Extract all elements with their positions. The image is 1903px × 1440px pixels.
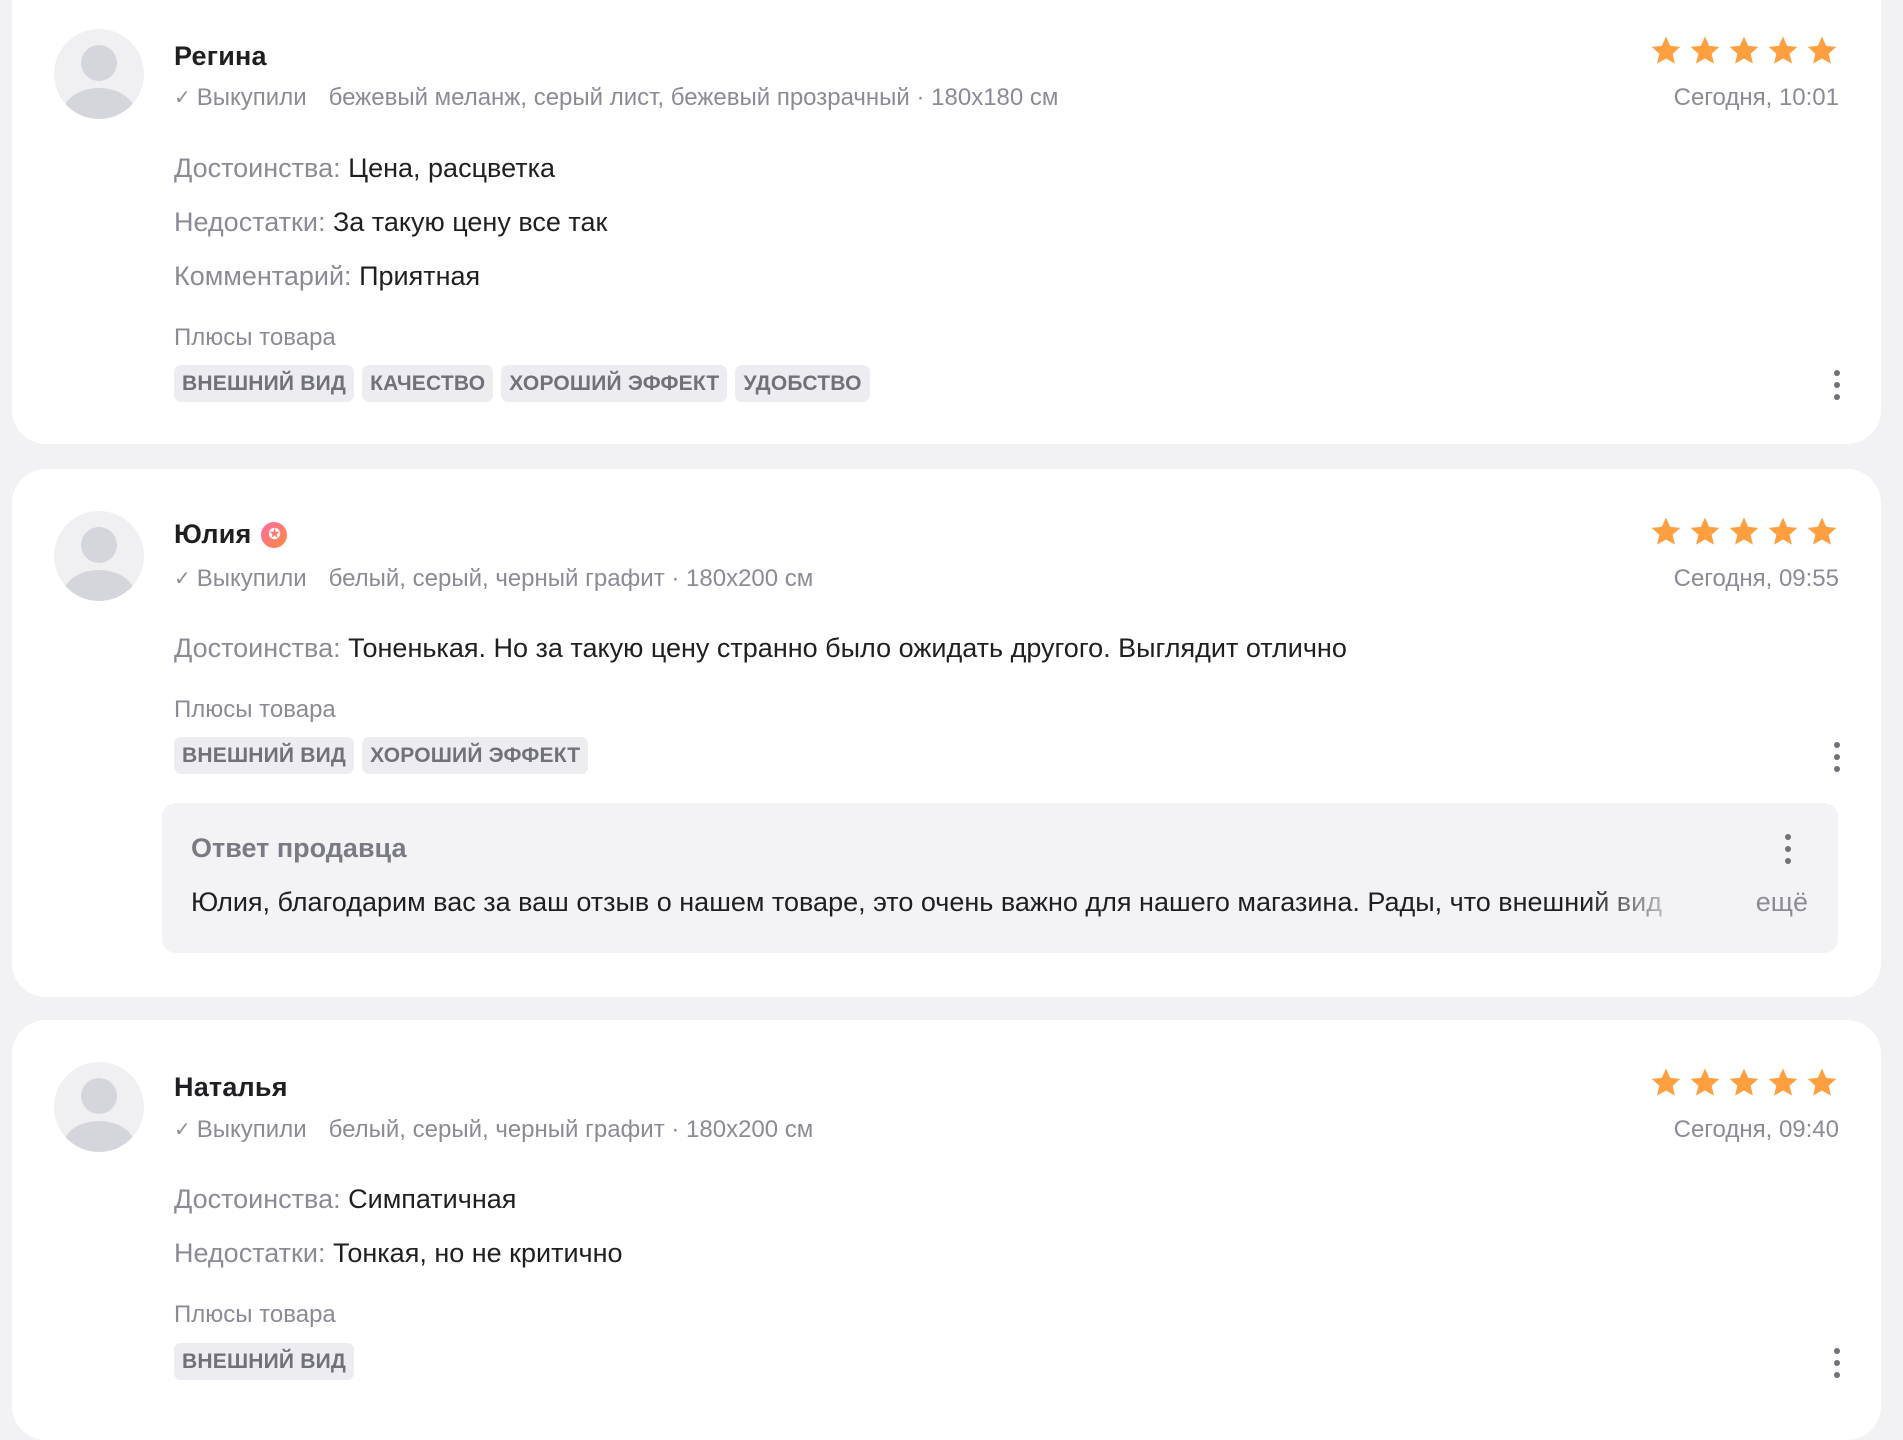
- review-date: Сегодня, 09:55: [1673, 565, 1839, 592]
- pluses-tags: ВНЕШНИЙ ВИД: [174, 1343, 355, 1380]
- star-icon: [1649, 1066, 1683, 1100]
- comment-field: Комментарий: Приятная: [174, 261, 480, 292]
- pluses-title: Плюсы товара: [174, 696, 336, 723]
- pros-field: Достоинства: Тоненькая. Но за такую цену…: [174, 633, 1347, 664]
- star-icon: [1766, 515, 1800, 549]
- bought-label: Выкупили: [196, 84, 307, 111]
- comment-value: Приятная: [359, 261, 481, 291]
- avatar-placeholder-icon: [54, 511, 144, 601]
- rating-stars: [1649, 34, 1839, 68]
- review-date: Сегодня, 09:40: [1673, 1116, 1839, 1143]
- seller-answer: Ответ продавца Юлия, благодарим вас за в…: [162, 803, 1838, 953]
- star-icon: [1688, 1066, 1722, 1100]
- star-icon: [1649, 515, 1683, 549]
- check-icon: ✓: [174, 86, 191, 109]
- show-more-link[interactable]: ещё: [1756, 887, 1808, 918]
- rating-stars: [1649, 515, 1839, 549]
- star-icon: [1766, 34, 1800, 68]
- purchase-meta: ✓ Выкупили бежевый меланж, серый лист, б…: [174, 84, 1058, 112]
- star-icon: [1727, 515, 1761, 549]
- more-vertical-icon[interactable]: [1827, 1343, 1847, 1383]
- avatar-placeholder-icon: [54, 1062, 144, 1152]
- pros-label: Достоинства:: [174, 153, 341, 183]
- cons-value: Тонкая, но не критично: [332, 1238, 623, 1268]
- review-card: Регина ✓ Выкупили бежевый меланж, серый …: [12, 0, 1881, 444]
- reviewer-name: Юлия: [174, 519, 252, 549]
- review-card: Юлия ✪ ✓ Выкупили белый, серый, черный г…: [12, 469, 1881, 997]
- comment-label: Комментарий:: [174, 261, 352, 291]
- star-icon: [1805, 1066, 1839, 1100]
- bought-label: Выкупили: [196, 1116, 307, 1143]
- star-icon: [1727, 1066, 1761, 1100]
- star-icon: [1688, 34, 1722, 68]
- tag: ХОРОШИЙ ЭФФЕКТ: [362, 737, 589, 774]
- pluses-tags: ВНЕШНИЙ ВИД ХОРОШИЙ ЭФФЕКТ: [174, 737, 589, 774]
- pros-field: Достоинства: Цена, расцветка: [174, 153, 555, 184]
- tag: ВНЕШНИЙ ВИД: [174, 1343, 355, 1380]
- more-vertical-icon[interactable]: [1778, 829, 1798, 869]
- purchase-meta: ✓ Выкупили белый, серый, черный графит ·…: [174, 1116, 813, 1144]
- seller-answer-title: Ответ продавца: [191, 833, 407, 863]
- pluses-title: Плюсы товара: [174, 324, 336, 351]
- pros-field: Достоинства: Симпатичная: [174, 1184, 516, 1215]
- tag: ВНЕШНИЙ ВИД: [174, 365, 355, 402]
- star-icon: [1766, 1066, 1800, 1100]
- pluses-title: Плюсы товара: [174, 1301, 336, 1328]
- check-icon: ✓: [174, 567, 191, 590]
- cons-label: Недостатки:: [174, 207, 326, 237]
- more-vertical-icon[interactable]: [1827, 737, 1847, 777]
- star-badge-icon: ✪: [261, 521, 288, 548]
- tag: ВНЕШНИЙ ВИД: [174, 737, 355, 774]
- cons-label: Недостатки:: [174, 1238, 326, 1268]
- tag: ХОРОШИЙ ЭФФЕКТ: [501, 365, 728, 402]
- purchase-meta: ✓ Выкупили белый, серый, черный графит ·…: [174, 565, 813, 593]
- review-date: Сегодня, 10:01: [1673, 84, 1839, 111]
- bought-label: Выкупили: [196, 565, 307, 592]
- star-icon: [1688, 515, 1722, 549]
- reviewer-name-row: Регина: [174, 41, 267, 72]
- pros-label: Достоинства:: [174, 633, 341, 663]
- cons-field: Недостатки: За такую цену все так: [174, 207, 607, 238]
- pros-value: Цена, расцветка: [348, 153, 555, 183]
- rating-stars: [1649, 1066, 1839, 1100]
- reviews-list: Регина ✓ Выкупили бежевый меланж, серый …: [0, 0, 1903, 1440]
- avatar-placeholder-icon: [54, 29, 144, 119]
- variant-text: бежевый меланж, серый лист, бежевый проз…: [328, 84, 1059, 111]
- review-card: Наталья ✓ Выкупили белый, серый, черный …: [12, 1020, 1881, 1440]
- more-vertical-icon[interactable]: [1827, 365, 1847, 405]
- tag: УДОБСТВО: [735, 365, 870, 402]
- variant-text: белый, серый, черный графит · 180x200 см: [328, 565, 814, 592]
- star-icon: [1805, 34, 1839, 68]
- tag: КАЧЕСТВО: [362, 365, 494, 402]
- pros-value: Тоненькая. Но за такую цену странно было…: [348, 633, 1347, 663]
- cons-field: Недостатки: Тонкая, но не критично: [174, 1238, 623, 1269]
- seller-answer-text: Юлия, благодарим вас за ваш отзыв о наше…: [191, 887, 1662, 917]
- pros-label: Достоинства:: [174, 1184, 341, 1214]
- pros-value: Симпатичная: [348, 1184, 517, 1214]
- cons-value: За такую цену все так: [332, 207, 608, 237]
- star-icon: [1727, 34, 1761, 68]
- check-icon: ✓: [174, 1118, 191, 1141]
- reviewer-name-row: Юлия ✪: [174, 519, 288, 550]
- reviewer-name-row: Наталья: [174, 1072, 288, 1103]
- variant-text: белый, серый, черный графит · 180x200 см: [328, 1116, 814, 1143]
- reviewer-name: Регина: [174, 41, 267, 71]
- star-icon: [1805, 515, 1839, 549]
- pluses-tags: ВНЕШНИЙ ВИД КАЧЕСТВО ХОРОШИЙ ЭФФЕКТ УДОБ…: [174, 365, 870, 402]
- reviewer-name: Наталья: [174, 1072, 288, 1102]
- star-icon: [1649, 34, 1683, 68]
